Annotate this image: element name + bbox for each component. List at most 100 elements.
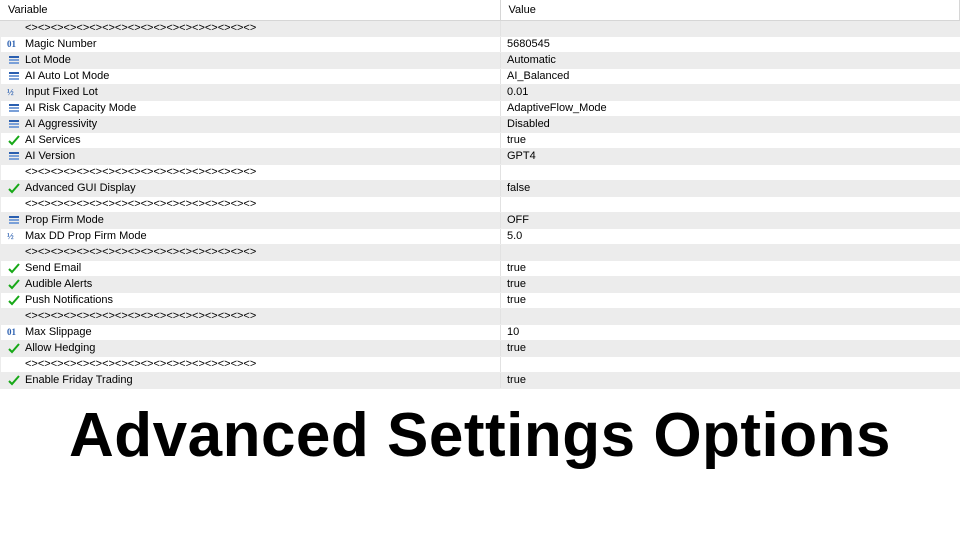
- no-icon: [7, 165, 21, 179]
- table-row[interactable]: <><><><><><><><><><><><><><><><><><>: [0, 165, 960, 181]
- variable-label: <><><><><><><><><><><><><><><><><><>: [25, 197, 256, 212]
- table-row[interactable]: <><><><><><><><><><><><><><><><><><>: [0, 357, 960, 373]
- table-row[interactable]: <><><><><><><><><><><><><><><><><><>: [0, 21, 960, 37]
- variable-cell[interactable]: <><><><><><><><><><><><><><><><><><>: [1, 21, 501, 36]
- value-cell[interactable]: [501, 197, 960, 212]
- variable-label: <><><><><><><><><><><><><><><><><><>: [25, 245, 256, 260]
- variable-cell[interactable]: Advanced GUI Display: [1, 181, 501, 196]
- bool-icon: [7, 373, 21, 387]
- no-icon: [7, 245, 21, 259]
- value-text: true: [507, 132, 526, 148]
- table-row[interactable]: AI Auto Lot Mode AI_Balanced: [0, 69, 960, 85]
- variable-cell[interactable]: <><><><><><><><><><><><><><><><><><>: [1, 309, 501, 324]
- table-row[interactable]: Allow Hedging true: [0, 341, 960, 357]
- value-cell[interactable]: [501, 309, 960, 324]
- variable-cell[interactable]: 01Magic Number: [1, 37, 501, 52]
- table-row[interactable]: Prop Firm Mode OFF: [0, 213, 960, 229]
- enum-icon: [7, 117, 21, 131]
- variable-cell[interactable]: AI Risk Capacity Mode: [1, 101, 501, 116]
- table-row[interactable]: <><><><><><><><><><><><><><><><><><>: [0, 245, 960, 261]
- value-cell[interactable]: OFF: [501, 213, 960, 228]
- table-row[interactable]: 01Max Slippage10: [0, 325, 960, 341]
- table-row[interactable]: Enable Friday Tradingtrue: [0, 373, 960, 389]
- value-cell[interactable]: 0.01: [501, 85, 960, 100]
- variable-label: AI Auto Lot Mode: [25, 69, 109, 84]
- variable-cell[interactable]: AI Services: [1, 133, 501, 148]
- bool-icon: [7, 133, 21, 147]
- value-cell[interactable]: true: [501, 133, 960, 148]
- bool-icon: [7, 341, 21, 355]
- variable-label: Send Email: [25, 261, 81, 276]
- variable-cell[interactable]: AI Aggressivity: [1, 117, 501, 132]
- table-row[interactable]: AI Aggressivity Disabled: [0, 117, 960, 133]
- value-text: 0.01: [507, 84, 528, 100]
- value-cell[interactable]: AI_Balanced: [501, 69, 960, 84]
- variable-cell[interactable]: AI Version: [1, 149, 501, 164]
- variable-cell[interactable]: <><><><><><><><><><><><><><><><><><>: [1, 245, 501, 260]
- value-text: 5.0: [507, 228, 522, 244]
- value-cell[interactable]: [501, 165, 960, 180]
- table-header-row: Variable Value: [0, 0, 960, 20]
- table-row[interactable]: AI Services true: [0, 133, 960, 149]
- value-cell[interactable]: true: [501, 277, 960, 292]
- variable-cell[interactable]: ½Input Fixed Lot: [1, 85, 501, 100]
- value-text: true: [507, 292, 526, 308]
- table-row[interactable]: Audible Alertstrue: [0, 277, 960, 293]
- variable-label: Prop Firm Mode: [25, 213, 104, 228]
- value-cell[interactable]: false: [501, 181, 960, 196]
- value-cell[interactable]: [501, 245, 960, 260]
- variable-cell[interactable]: Lot Mode: [1, 53, 501, 68]
- value-cell[interactable]: [501, 21, 960, 36]
- table-row[interactable]: Push Notifications true: [0, 293, 960, 309]
- value-cell[interactable]: GPT4: [501, 149, 960, 164]
- variable-cell[interactable]: ½Max DD Prop Firm Mode: [1, 229, 501, 244]
- value-text: true: [507, 260, 526, 276]
- variable-label: AI Aggressivity: [25, 117, 97, 132]
- variable-label: AI Risk Capacity Mode: [25, 101, 136, 116]
- value-cell[interactable]: 5680545: [501, 37, 960, 52]
- value-text: true: [507, 340, 526, 356]
- no-icon: [7, 357, 21, 371]
- table-row[interactable]: ½Input Fixed Lot 0.01: [0, 85, 960, 101]
- value-cell[interactable]: true: [501, 293, 960, 308]
- variable-cell[interactable]: <><><><><><><><><><><><><><><><><><>: [1, 197, 501, 212]
- no-icon: [7, 197, 21, 211]
- value-cell[interactable]: true: [501, 373, 960, 388]
- variable-cell[interactable]: Send Email: [1, 261, 501, 276]
- table-row[interactable]: <><><><><><><><><><><><><><><><><><>: [0, 197, 960, 213]
- variable-label: Push Notifications: [25, 293, 113, 308]
- variable-label: AI Services: [25, 133, 81, 148]
- enum-icon: [7, 101, 21, 115]
- variable-cell[interactable]: 01Max Slippage: [1, 325, 501, 340]
- value-cell[interactable]: 5.0: [501, 229, 960, 244]
- table-row[interactable]: Advanced GUI Displayfalse: [0, 181, 960, 197]
- table-row[interactable]: Send Email true: [0, 261, 960, 277]
- value-cell[interactable]: Automatic: [501, 53, 960, 68]
- value-cell[interactable]: 10: [501, 325, 960, 340]
- value-cell[interactable]: [501, 357, 960, 372]
- variable-cell[interactable]: Enable Friday Trading: [1, 373, 501, 388]
- variable-cell[interactable]: Prop Firm Mode: [1, 213, 501, 228]
- variable-cell[interactable]: Audible Alerts: [1, 277, 501, 292]
- value-cell[interactable]: true: [501, 341, 960, 356]
- value-cell[interactable]: Disabled: [501, 117, 960, 132]
- table-row[interactable]: ½Max DD Prop Firm Mode 5.0: [0, 229, 960, 245]
- variable-cell[interactable]: <><><><><><><><><><><><><><><><><><>: [1, 357, 501, 372]
- value-text: OFF: [507, 212, 529, 228]
- variable-cell[interactable]: AI Auto Lot Mode: [1, 69, 501, 84]
- variable-cell[interactable]: Push Notifications: [1, 293, 501, 308]
- value-cell[interactable]: true: [501, 261, 960, 276]
- variable-cell[interactable]: Allow Hedging: [1, 341, 501, 356]
- header-variable[interactable]: Variable: [0, 0, 500, 20]
- table-row[interactable]: 01Magic Number5680545: [0, 37, 960, 53]
- svg-text:½: ½: [7, 231, 14, 241]
- svg-text:01: 01: [7, 39, 17, 49]
- variable-cell[interactable]: <><><><><><><><><><><><><><><><><><>: [1, 165, 501, 180]
- header-value[interactable]: Value: [500, 0, 960, 20]
- table-row[interactable]: <><><><><><><><><><><><><><><><><><>: [0, 309, 960, 325]
- variable-label: <><><><><><><><><><><><><><><><><><>: [25, 21, 256, 36]
- value-cell[interactable]: AdaptiveFlow_Mode: [501, 101, 960, 116]
- table-row[interactable]: AI Risk Capacity Mode AdaptiveFlow_Mode: [0, 101, 960, 117]
- table-row[interactable]: Lot ModeAutomatic: [0, 53, 960, 69]
- table-row[interactable]: AI VersionGPT4: [0, 149, 960, 165]
